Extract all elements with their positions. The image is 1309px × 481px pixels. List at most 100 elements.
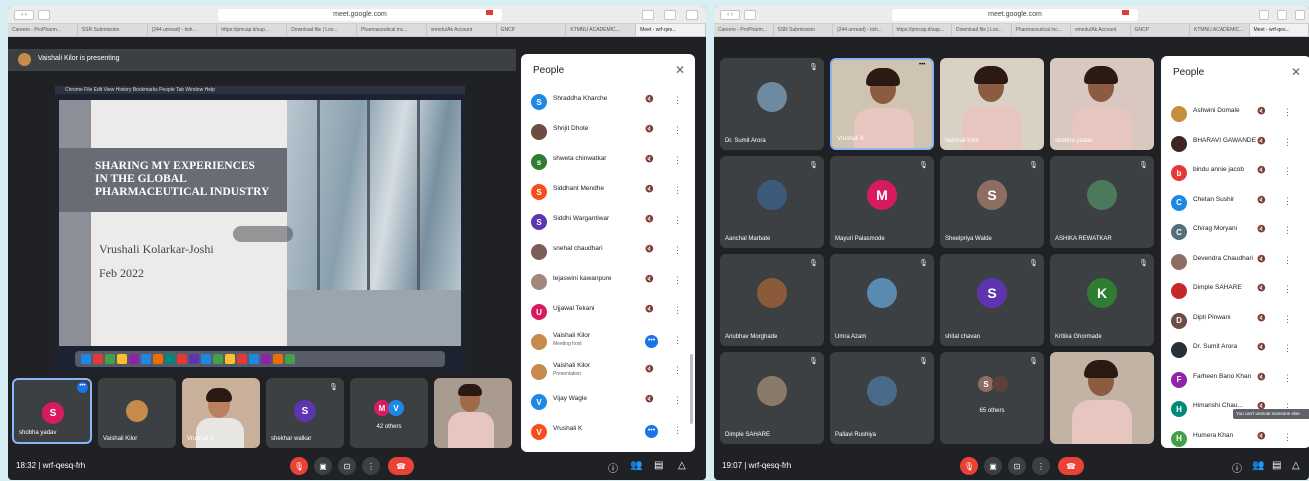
participant-tile[interactable]: ••• Vrushali K [830,58,934,150]
slide-overlay-controls[interactable] [233,226,293,242]
participant-row[interactable]: Ashwini Domale 🔇 ⋮ [1161,104,1309,126]
browser-tab[interactable]: GNCP [1131,24,1190,36]
nav-buttons[interactable]: ‹ › [14,10,34,20]
info-icon[interactable]: ⓘ [1232,460,1242,475]
shield-icon[interactable] [1259,10,1269,20]
mic-off-icon[interactable]: 🔇 [1257,284,1266,292]
mic-off-icon[interactable]: 🔇 [645,365,654,373]
mic-off-icon[interactable]: 🔇 [645,95,654,103]
chat-icon[interactable]: ▤ [654,460,663,471]
participant-row[interactable]: tejaswini kawanpure 🔇 ⋮ [521,272,695,294]
shield-icon[interactable] [642,10,654,20]
mic-off-icon[interactable]: 🔇 [645,185,654,193]
participant-row[interactable]: C Chirag Moryani 🔇 ⋮ [1161,222,1309,244]
participant-row[interactable]: F Farheen Bano Khan 🔇 ⋮ [1161,370,1309,392]
more-vert-icon[interactable]: ⋮ [673,95,682,106]
participant-tile[interactable]: shobha yadav [1050,58,1154,150]
more-vert-icon[interactable]: ⋮ [1283,343,1292,354]
activities-icon[interactable]: △ [1292,460,1300,471]
participant-tile[interactable]: Aanchal Marbate 🎙 [720,156,824,248]
participant-tile[interactable]: S Sheelpriya Walde 🎙 [940,156,1044,248]
browser-tab[interactable]: GNCP [497,24,567,36]
mic-off-icon[interactable]: 🔇 [1257,373,1266,381]
more-vert-icon[interactable]: ⋮ [1283,196,1292,207]
end-call-button[interactable]: ☎ [388,457,414,475]
more-vert-icon[interactable]: ⋮ [673,245,682,256]
mic-off-button[interactable]: 🎙 [290,457,308,475]
sidebar-icon[interactable] [38,10,50,20]
mic-off-icon[interactable]: 🔇 [1257,196,1266,204]
tabs-icon[interactable] [1295,10,1305,20]
mic-off-icon[interactable]: 🔇 [645,395,654,403]
participant-row[interactable]: Vaishali Kilor Presentation 🔇 ⋮ [521,362,695,384]
participant-tile[interactable]: Sshital chavan 🎙 [940,254,1044,346]
mic-off-icon[interactable]: 🔇 [645,245,654,253]
info-icon[interactable]: ⓘ [608,460,618,475]
more-vert-icon[interactable]: ⋮ [673,395,682,406]
mic-off-icon[interactable]: 🔇 [645,275,654,283]
more-vert-icon[interactable]: ⋮ [1283,137,1292,148]
more-vert-icon[interactable]: ⋮ [1283,255,1292,266]
participant-tile[interactable]: ASHIKA REWATKAR 🎙 [1050,156,1154,248]
participant-row[interactable]: S Siddhi Wargantiwar 🔇 ⋮ [521,212,695,234]
participant-row[interactable]: H Humera Khan 🔇 ⋮ [1161,429,1309,451]
camera-button[interactable]: ▣ [984,457,1002,475]
mic-off-icon[interactable]: 🔇 [645,155,654,163]
more-vert-icon[interactable]: ⋮ [673,365,682,376]
camera-button[interactable]: ▣ [314,457,332,475]
participant-row[interactable]: Vaishali Kilor Meeting host ••• ⋮ [521,332,695,354]
more-vert-icon[interactable]: ⋮ [673,125,682,136]
browser-tab[interactable]: (244 unread) - tish... [833,24,893,36]
participant-tile[interactable]: K Kritika Ghormade 🎙 [1050,254,1154,346]
browser-tab[interactable]: https://pmcap.it/sap... [893,24,952,36]
participant-row[interactable]: Devendra Chaudhari 🔇 ⋮ [1161,252,1309,274]
participant-tile[interactable]: Dimple SAHARE 🎙 [720,352,824,444]
mic-off-icon[interactable]: 🔇 [645,215,654,223]
people-icon[interactable]: 👥 [1252,460,1264,471]
participant-row[interactable]: U Ujjawal Tekani 🔇 ⋮ [521,302,695,324]
people-icon[interactable]: 👥 [630,460,642,471]
address-bar[interactable]: meet.google.com [218,9,502,21]
mic-off-icon[interactable]: 🔇 [1257,225,1266,233]
address-bar[interactable]: meet.google.com [892,9,1138,21]
end-call-button[interactable]: ☎ [1058,457,1084,475]
participant-row[interactable]: V Vijay Wagle 🔇 ⋮ [521,392,695,414]
browser-tab[interactable]: vmedu/Ak Account [427,24,497,36]
participant-tile[interactable] [1050,352,1154,444]
more-vert-icon[interactable]: ⋮ [673,425,682,436]
mic-off-icon[interactable]: 🔇 [1257,343,1266,351]
browser-tab[interactable]: SSR Submission [78,24,148,36]
more-vert-icon[interactable]: ⋮ [1283,107,1292,118]
tile-shobha-yadav[interactable]: S ••• shobha yadav [12,378,92,444]
participant-tile[interactable]: Anubhav Morghade 🎙 [720,254,824,346]
more-button[interactable]: ⋮ [362,457,380,475]
more-vert-icon[interactable]: ⋮ [673,335,682,346]
more-vert-icon[interactable]: ⋮ [1283,225,1292,236]
participant-tile[interactable]: Vaishali Kilor [940,58,1044,150]
participant-row[interactable]: C Chetan Sushir 🔇 ⋮ [1161,193,1309,215]
participant-row[interactable]: S Shraddha Kharche 🔇 ⋮ [521,92,695,114]
participant-row[interactable]: Shrijit Dhote 🔇 ⋮ [521,122,695,144]
share-icon[interactable] [664,10,676,20]
participant-row[interactable]: BHARAVI GAWANDE 🔇 ⋮ [1161,134,1309,156]
close-icon[interactable]: ✕ [675,63,685,77]
browser-tab[interactable]: (244 unread) - tish... [148,24,218,36]
more-options-icon[interactable]: ••• [645,335,658,348]
tile-others[interactable]: M V 42 others [350,378,428,448]
more-vert-icon[interactable]: ⋮ [1283,373,1292,384]
browser-tab[interactable]: vmedu/Ak Account [1071,24,1131,36]
chat-icon[interactable]: ▤ [1272,460,1281,471]
tile-vrushali-k[interactable]: Vrushali K [182,378,260,448]
more-vert-icon[interactable]: ⋮ [673,305,682,316]
more-button[interactable]: ⋮ [1032,457,1050,475]
more-options-icon[interactable]: ••• [645,425,658,438]
participant-row[interactable]: Dimple SAHARE 🔇 ⋮ [1161,281,1309,303]
mic-off-icon[interactable]: 🔇 [1257,107,1266,115]
participant-tile[interactable]: M Mayuri Palasmode 🎙 [830,156,934,248]
more-options-icon[interactable]: ••• [77,382,88,393]
participant-row[interactable]: Dr. Sumit Arora 🔇 ⋮ [1161,340,1309,362]
participant-row[interactable]: S Siddhant Mendhe 🔇 ⋮ [521,182,695,204]
mic-off-icon[interactable]: 🔇 [1257,255,1266,263]
mic-off-icon[interactable]: 🔇 [645,305,654,313]
participant-row[interactable]: V Vrushali K ••• ⋮ [521,422,695,444]
